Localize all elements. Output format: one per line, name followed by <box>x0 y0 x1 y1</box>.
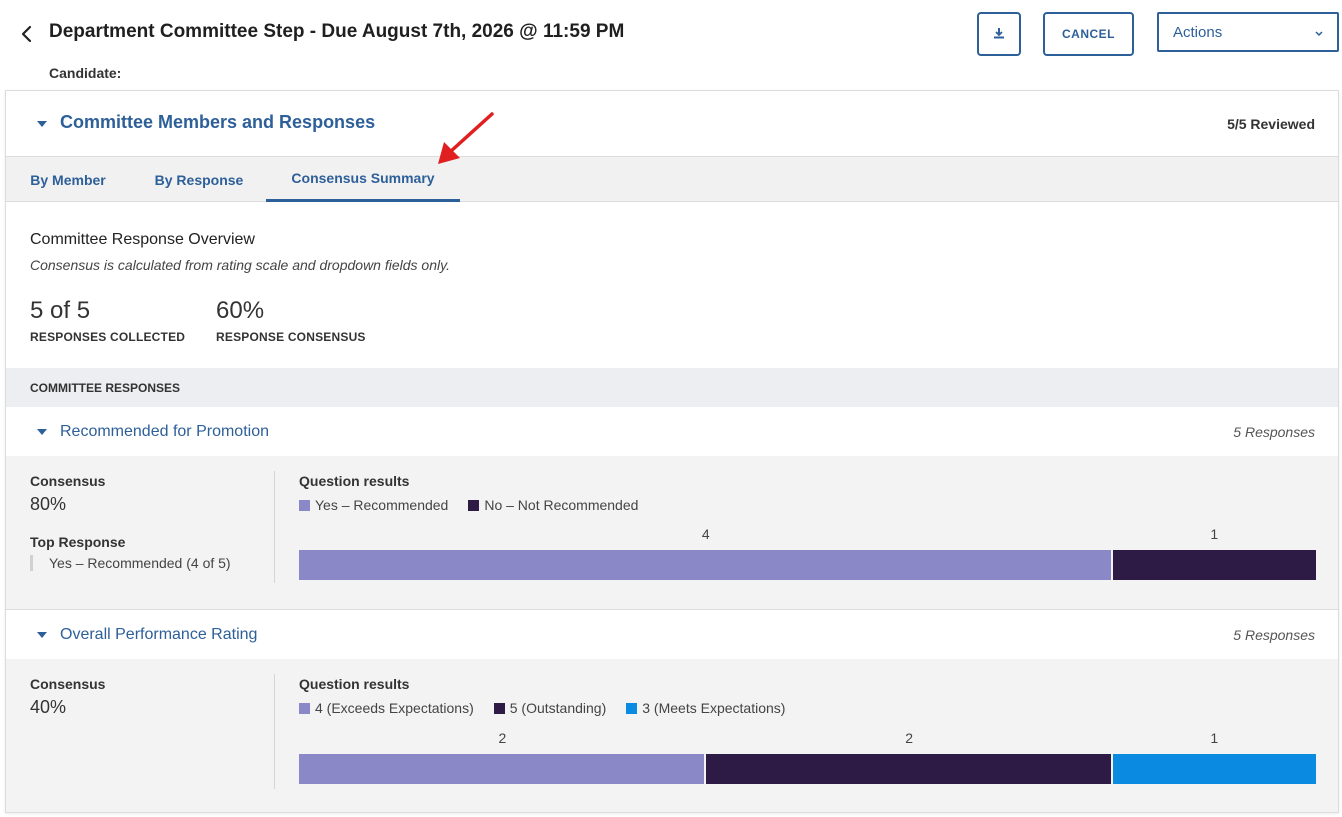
legend-label: No – Not Recommended <box>484 497 639 513</box>
question-header[interactable]: Overall Performance Rating 5 Responses <box>6 610 1338 659</box>
reviewed-count: 5/5 Reviewed <box>1227 116 1315 132</box>
responses-collected-value: 5 of 5 <box>30 297 91 324</box>
tab-by-member[interactable]: By Member <box>28 157 108 202</box>
tab-by-response[interactable]: By Response <box>151 157 247 202</box>
column-divider <box>274 674 275 789</box>
committee-panel: Committee Members and Responses 5/5 Revi… <box>5 90 1339 813</box>
annotation-arrow-icon <box>438 112 494 164</box>
consensus-label: Consensus <box>30 473 106 489</box>
caret-down-icon[interactable] <box>37 429 47 435</box>
bar-count-label: 4 <box>701 526 710 542</box>
caret-down-icon[interactable] <box>37 632 47 638</box>
legend-item: Yes – Recommended <box>299 497 448 513</box>
legend-item: 3 (Meets Expectations) <box>626 700 785 716</box>
legend-item: No – Not Recommended <box>468 497 638 513</box>
committee-responses-label: COMMITTEE RESPONSES <box>30 381 181 395</box>
legend-label: 3 (Meets Expectations) <box>642 700 786 716</box>
chevron-left-icon[interactable] <box>14 20 40 48</box>
response-consensus-value: 60% <box>216 297 265 324</box>
legend-label: Yes – Recommended <box>315 497 449 513</box>
bar-segment[interactable] <box>299 754 704 784</box>
bar-count-label: 2 <box>498 730 507 746</box>
chart-legend: 4 (Exceeds Expectations) 5 (Outstanding)… <box>299 699 805 717</box>
response-consensus-label: RESPONSE CONSENSUS <box>216 330 366 344</box>
question-title: Overall Performance Rating <box>60 626 258 643</box>
question-header[interactable]: Recommended for Promotion 5 Responses <box>6 407 1338 456</box>
panel-title: Committee Members and Responses <box>60 112 376 132</box>
legend-swatch <box>299 499 310 511</box>
legend-label: 4 (Exceeds Expectations) <box>315 700 474 716</box>
chevron-down-icon <box>1315 24 1323 41</box>
bar-segment[interactable] <box>1112 754 1316 784</box>
caret-down-icon[interactable] <box>37 121 47 127</box>
overview-note: Consensus is calculated from rating scal… <box>30 257 450 273</box>
stacked-bar: 2 2 1 <box>299 730 1316 784</box>
legend-item: 4 (Exceeds Expectations) <box>299 700 474 716</box>
page-header: Department Committee Step - Due August 7… <box>0 0 1342 81</box>
legend-swatch <box>299 702 310 714</box>
bar-segment[interactable] <box>299 550 1111 580</box>
candidate-label: Candidate: <box>49 65 122 81</box>
bar-count-label: 1 <box>1210 526 1219 542</box>
question-response-count: 5 Responses <box>1233 627 1315 643</box>
bar-count-label: 2 <box>905 730 914 746</box>
question-body: Consensus 80% Top Response Yes – Recomme… <box>6 456 1338 609</box>
chart-legend: Yes – Recommended No – Not Recommended <box>299 496 658 514</box>
legend-label: 5 (Outstanding) <box>509 700 607 716</box>
legend-swatch <box>626 702 638 714</box>
top-response-value: Yes – Recommended (4 of 5) <box>30 555 231 571</box>
consensus-label: Consensus <box>30 676 106 692</box>
overview-title: Committee Response Overview <box>30 231 255 248</box>
question-results-label: Question results <box>299 676 410 692</box>
download-button[interactable] <box>977 12 1021 56</box>
question-title: Recommended for Promotion <box>60 423 269 440</box>
actions-dropdown[interactable]: Actions <box>1157 12 1339 52</box>
legend-item: 5 (Outstanding) <box>493 700 607 716</box>
committee-responses-bar: COMMITTEE RESPONSES <box>6 368 1338 407</box>
responses-collected-label: RESPONSES COLLECTED <box>30 330 186 344</box>
question-body: Consensus 40% Question results 4 (Exceed… <box>6 659 1338 812</box>
question-response-count: 5 Responses <box>1233 424 1315 440</box>
question-results-label: Question results <box>299 473 410 489</box>
actions-label: Actions <box>1173 23 1223 41</box>
bar-segment[interactable] <box>705 754 1111 784</box>
cancel-button[interactable]: CANCEL <box>1043 12 1134 56</box>
column-divider <box>274 471 275 583</box>
consensus-value: 40% <box>30 697 67 717</box>
bar-count-label: 1 <box>1210 730 1219 746</box>
consensus-value: 80% <box>30 494 67 514</box>
download-icon <box>993 27 1005 42</box>
bar-segment[interactable] <box>1112 550 1316 580</box>
panel-header[interactable]: Committee Members and Responses 5/5 Revi… <box>6 91 1338 157</box>
top-response-label: Top Response <box>30 534 126 550</box>
tab-bar: By Member By Response Consensus Summary <box>6 157 1338 202</box>
legend-swatch <box>493 702 505 714</box>
legend-swatch <box>468 499 480 511</box>
stacked-bar: 41 <box>299 526 1316 580</box>
page-title: Department Committee Step - Due August 7… <box>49 21 625 42</box>
